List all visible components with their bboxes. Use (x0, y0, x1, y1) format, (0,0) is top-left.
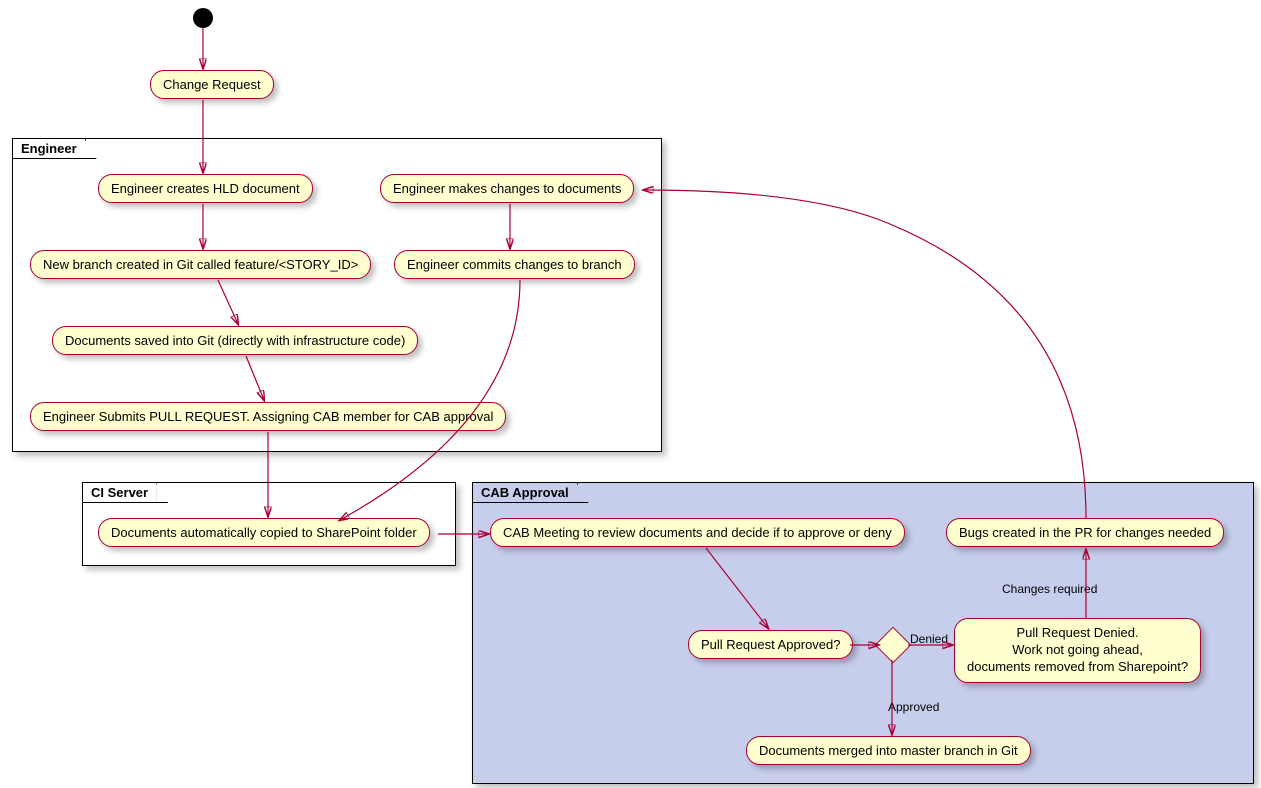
node-pr-denied: Pull Request Denied. Work not going ahea… (954, 618, 1201, 683)
swimlane-ci-server-title: CI Server (83, 483, 157, 503)
label-approved: Approved (888, 700, 939, 714)
node-new-branch: New branch created in Git called feature… (30, 250, 371, 279)
label-changes-required: Changes required (1002, 582, 1097, 596)
swimlane-cab-approval-title: CAB Approval (473, 483, 578, 503)
swimlane-engineer-title: Engineer (13, 139, 86, 159)
node-bugs-created: Bugs created in the PR for changes neede… (946, 518, 1224, 547)
node-commits-changes: Engineer commits changes to branch (394, 250, 635, 279)
node-makes-changes: Engineer makes changes to documents (380, 174, 634, 203)
node-change-request: Change Request (150, 70, 274, 99)
node-docs-saved: Documents saved into Git (directly with … (52, 326, 418, 355)
node-pr-approved-q: Pull Request Approved? (688, 630, 853, 659)
node-cab-meeting: CAB Meeting to review documents and deci… (490, 518, 905, 547)
node-copied-sharepoint: Documents automatically copied to ShareP… (98, 518, 430, 547)
label-denied: Denied (910, 632, 948, 646)
start-node (193, 8, 213, 28)
node-create-hld: Engineer creates HLD document (98, 174, 313, 203)
node-submit-pr: Engineer Submits PULL REQUEST. Assigning… (30, 402, 506, 431)
node-docs-merged: Documents merged into master branch in G… (746, 736, 1031, 765)
